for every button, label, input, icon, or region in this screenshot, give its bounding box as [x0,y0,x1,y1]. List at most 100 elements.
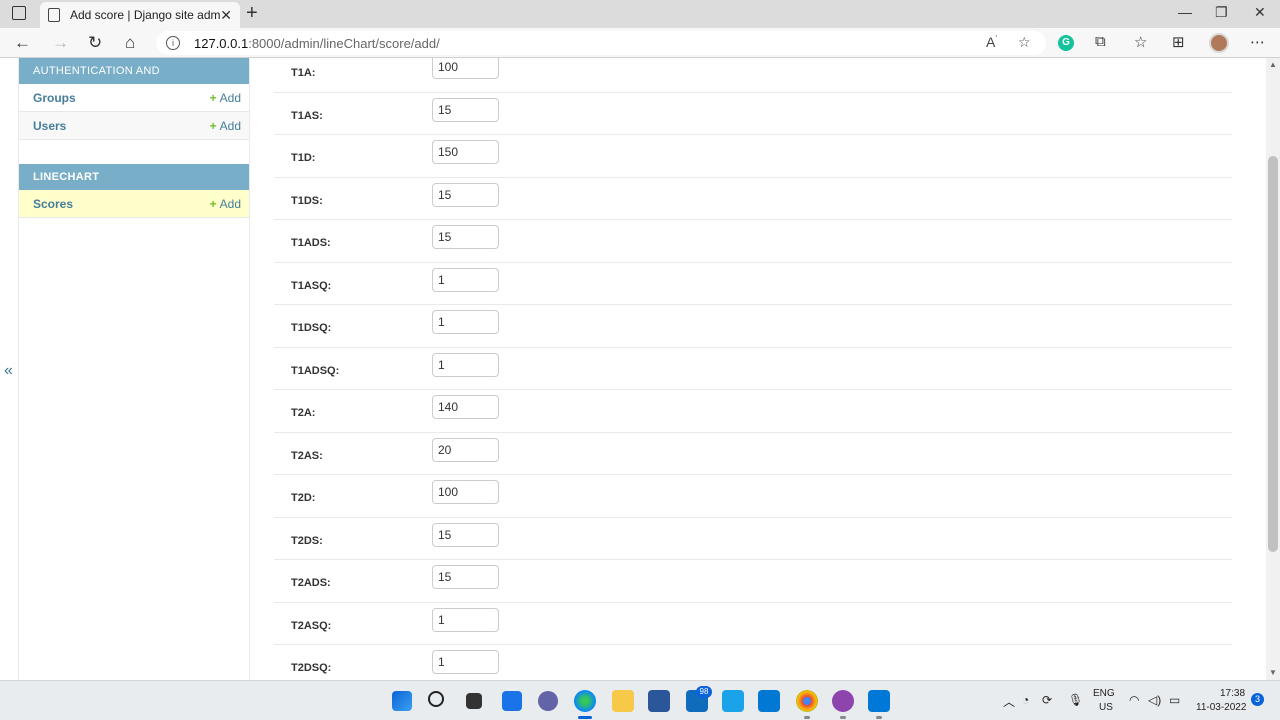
plus-icon: + [209,118,217,133]
store-icon[interactable] [648,690,670,712]
outlook-icon[interactable] [758,690,780,712]
form-row: T2D: [274,475,1232,518]
form-row: T2DS: [274,518,1232,560]
maximize-icon[interactable]: ❐ [1215,4,1228,21]
users-add-link[interactable]: + Add [210,119,241,133]
chrome-icon[interactable] [796,690,818,712]
scores-add-link[interactable]: + Add [210,197,241,211]
search-icon[interactable] [428,691,444,707]
groups-add-link[interactable]: + Add [210,91,241,105]
field-label: T2ASQ: [291,619,332,632]
field-input[interactable] [432,607,499,632]
plus-icon: + [209,196,217,211]
field-label: T1ADSQ: [291,364,340,377]
field-input[interactable] [432,480,499,504]
back-icon[interactable]: ← [14,33,31,53]
field-input[interactable] [432,395,499,419]
file-explorer-icon[interactable] [612,690,634,712]
scores-link[interactable]: Scores [33,197,73,211]
volume-icon[interactable]: ◁) [1148,693,1161,707]
browser-tab-bar: Add score | Django site admin ✕ + — ❐ ✕ [0,0,1280,28]
extensions-icon[interactable]: ⧉ [1095,33,1106,50]
github-desktop-icon[interactable] [832,690,854,712]
form-row: T1DS: [274,178,1232,220]
tray-sync-icon[interactable]: ⟳ [1042,693,1052,707]
field-input[interactable] [432,225,499,249]
tab-title: Add score | Django site admin [70,8,221,22]
tab-actions-icon[interactable] [12,6,26,20]
add-label: Add [219,118,241,133]
field-input[interactable] [432,565,499,589]
region-label[interactable]: US [1099,702,1113,713]
chat-icon[interactable] [538,691,558,711]
new-tab-icon[interactable]: + [246,2,258,25]
battery-icon[interactable]: ▭ [1169,693,1180,707]
favorites-icon[interactable]: ☆ [1134,33,1147,51]
form-row: T1AS: [274,93,1232,135]
groups-link[interactable]: Groups [33,91,76,105]
scroll-up-icon[interactable]: ▲ [1269,60,1277,69]
users-link[interactable]: Users [33,119,66,133]
field-input[interactable] [432,522,499,547]
home-icon[interactable]: ⌂ [125,33,135,53]
tray-chevron-icon[interactable]: ︿ [1003,693,1015,710]
refresh-icon[interactable]: ↻ [88,33,102,53]
wifi-icon[interactable]: ◠ [1129,693,1139,707]
form-row: T1ADS: [274,220,1232,263]
profile-avatar[interactable] [1209,33,1229,53]
windows-taskbar: ︿ ◔ ⟳ 🎙 ENG US ◠ ◁) ▭ 17:38 11-03-2022 [0,680,1280,720]
running-indicator [840,716,846,719]
field-label: T1DSQ: [291,322,332,334]
module-caption[interactable]: LINECHART [19,164,249,190]
language-label[interactable]: ENG [1093,688,1115,699]
url-field[interactable]: i 127.0.0.1:8000/admin/lineChart/score/a… [156,31,1046,55]
scrollbar-thumb[interactable] [1268,156,1278,552]
field-label: T1AS: [291,109,323,122]
more-menu-icon[interactable]: ⋯ [1250,33,1265,51]
close-tab-icon[interactable]: ✕ [220,7,232,24]
form-row: T1D: [274,135,1232,178]
form-row: T2A: [274,390,1232,433]
field-input[interactable] [432,97,499,122]
field-input[interactable] [432,140,499,164]
module-caption[interactable]: AUTHENTICATION AND AUTHORIZATION [19,58,249,103]
forward-icon[interactable]: → [52,33,69,53]
field-label: T1D: [291,152,316,164]
microphone-icon[interactable]: 🎙 [1068,693,1083,707]
edge-icon[interactable] [574,690,596,712]
clock-date[interactable]: 11-03-2022 [1196,702,1246,713]
field-input[interactable] [432,310,499,334]
minimize-icon[interactable]: — [1178,4,1192,20]
field-label: T1ADS: [291,237,331,249]
active-indicator [578,716,592,719]
page-scrollbar[interactable]: ▲ ▼ [1266,58,1280,680]
tray-app-icon[interactable]: ◔ [1022,693,1029,707]
field-input[interactable] [432,650,499,674]
form-row: T2DSQ: [274,645,1232,680]
close-window-icon[interactable]: ✕ [1254,4,1266,21]
form-row: T2ASQ: [274,603,1232,645]
scroll-down-icon[interactable]: ▼ [1269,668,1277,677]
field-input[interactable] [432,352,499,377]
form-row: T2ADS: [274,560,1232,603]
browser-tab[interactable]: Add score | Django site admin ✕ [40,2,240,28]
field-label: T1A: [291,67,316,79]
favorite-add-icon[interactable]: ☆ [1018,34,1031,51]
vscode-icon[interactable] [868,690,890,712]
widgets-icon[interactable] [502,691,522,711]
field-input[interactable] [432,437,499,462]
task-view-icon[interactable] [466,693,482,709]
url-host: 127.0.0.1 [194,35,249,51]
toggle-nav-sidebar-icon[interactable]: « [4,362,13,380]
start-icon[interactable] [392,691,412,711]
field-input[interactable] [432,267,499,292]
field-input[interactable] [432,58,499,79]
collections-icon[interactable]: ⊞ [1172,33,1185,51]
app-l-icon[interactable] [722,690,744,712]
grammarly-icon[interactable]: G [1058,35,1074,51]
clock-time[interactable]: 17:38 [1220,688,1245,699]
read-aloud-icon[interactable]: Aʼ [986,34,997,50]
field-input[interactable] [432,182,499,207]
notification-badge[interactable]: 3 [1251,693,1264,706]
site-info-icon[interactable]: i [166,36,180,50]
